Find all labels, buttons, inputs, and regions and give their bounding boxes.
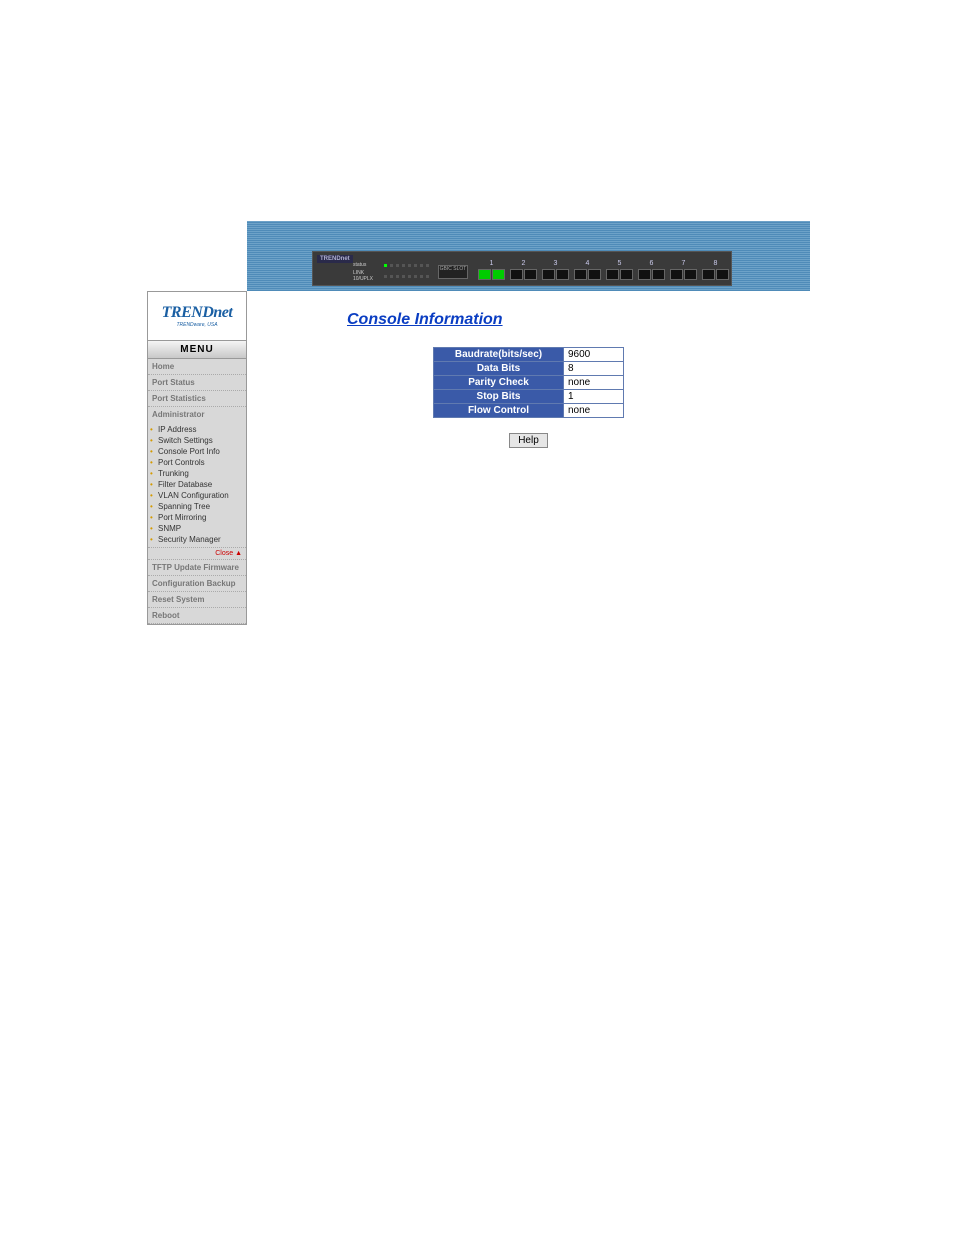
nav-reboot[interactable]: Reboot (148, 608, 246, 624)
baudrate-label: Baudrate(bits/sec) (434, 348, 564, 362)
nav-spanning-tree[interactable]: Spanning Tree (158, 501, 246, 512)
stopbits-value: 1 (564, 390, 624, 404)
device-ports: 1 2 3 4 5 6 7 8 (478, 260, 729, 280)
nav-port-statistics[interactable]: Port Statistics (148, 391, 246, 407)
menu-title: MENU (148, 340, 246, 359)
nav-security-manager[interactable]: Security Manager (158, 534, 246, 545)
flowcontrol-label: Flow Control (434, 404, 564, 418)
nav-close[interactable]: Close ▲ (148, 548, 246, 560)
nav-vlan-configuration[interactable]: VLAN Configuration (158, 490, 246, 501)
up-arrow-icon: ▲ (235, 550, 242, 557)
help-button[interactable]: Help (509, 433, 548, 448)
databits-value: 8 (564, 362, 624, 376)
nav-configuration-backup[interactable]: Configuration Backup (148, 576, 246, 592)
nav-tftp-update-firmware[interactable]: TFTP Update Firmware (148, 560, 246, 576)
console-info-table: Baudrate(bits/sec)9600 Data Bits8 Parity… (433, 347, 624, 418)
baudrate-value: 9600 (564, 348, 624, 362)
stopbits-label: Stop Bits (434, 390, 564, 404)
parity-value: none (564, 376, 624, 390)
page-title: Console Information (277, 311, 780, 329)
nav-admin-sublist: IP Address Switch Settings Console Port … (148, 422, 246, 548)
databits-label: Data Bits (434, 362, 564, 376)
nav-filter-database[interactable]: Filter Database (158, 479, 246, 490)
nav-snmp[interactable]: SNMP (158, 523, 246, 534)
nav-port-status[interactable]: Port Status (148, 375, 246, 391)
device-panel: TRENDnet status LINK 10/UPLX GBIC SLOT 1… (312, 251, 732, 286)
device-brand-badge: TRENDnet (317, 255, 353, 263)
nav-trunking[interactable]: Trunking (158, 468, 246, 479)
nav-ip-address[interactable]: IP Address (158, 424, 246, 435)
brand-logo: TRENDnet TRENDware, USA (148, 292, 246, 340)
gbic-slot: GBIC SLOT (438, 265, 468, 279)
nav-reset-system[interactable]: Reset System (148, 592, 246, 608)
flowcontrol-value: none (564, 404, 624, 418)
nav-administrator[interactable]: Administrator (148, 407, 246, 422)
main-content: Console Information Baudrate(bits/sec)96… (247, 291, 810, 625)
nav-port-mirroring[interactable]: Port Mirroring (158, 512, 246, 523)
top-banner: TRENDnet status LINK 10/UPLX GBIC SLOT 1… (247, 221, 810, 291)
nav-home[interactable]: Home (148, 359, 246, 375)
device-leds: status LINK 10/UPLX (353, 262, 429, 282)
parity-label: Parity Check (434, 376, 564, 390)
sidebar: TRENDnet TRENDware, USA MENU Home Port S… (147, 291, 247, 625)
nav-port-controls[interactable]: Port Controls (158, 457, 246, 468)
nav-console-port-info[interactable]: Console Port Info (158, 446, 246, 457)
nav-switch-settings[interactable]: Switch Settings (158, 435, 246, 446)
